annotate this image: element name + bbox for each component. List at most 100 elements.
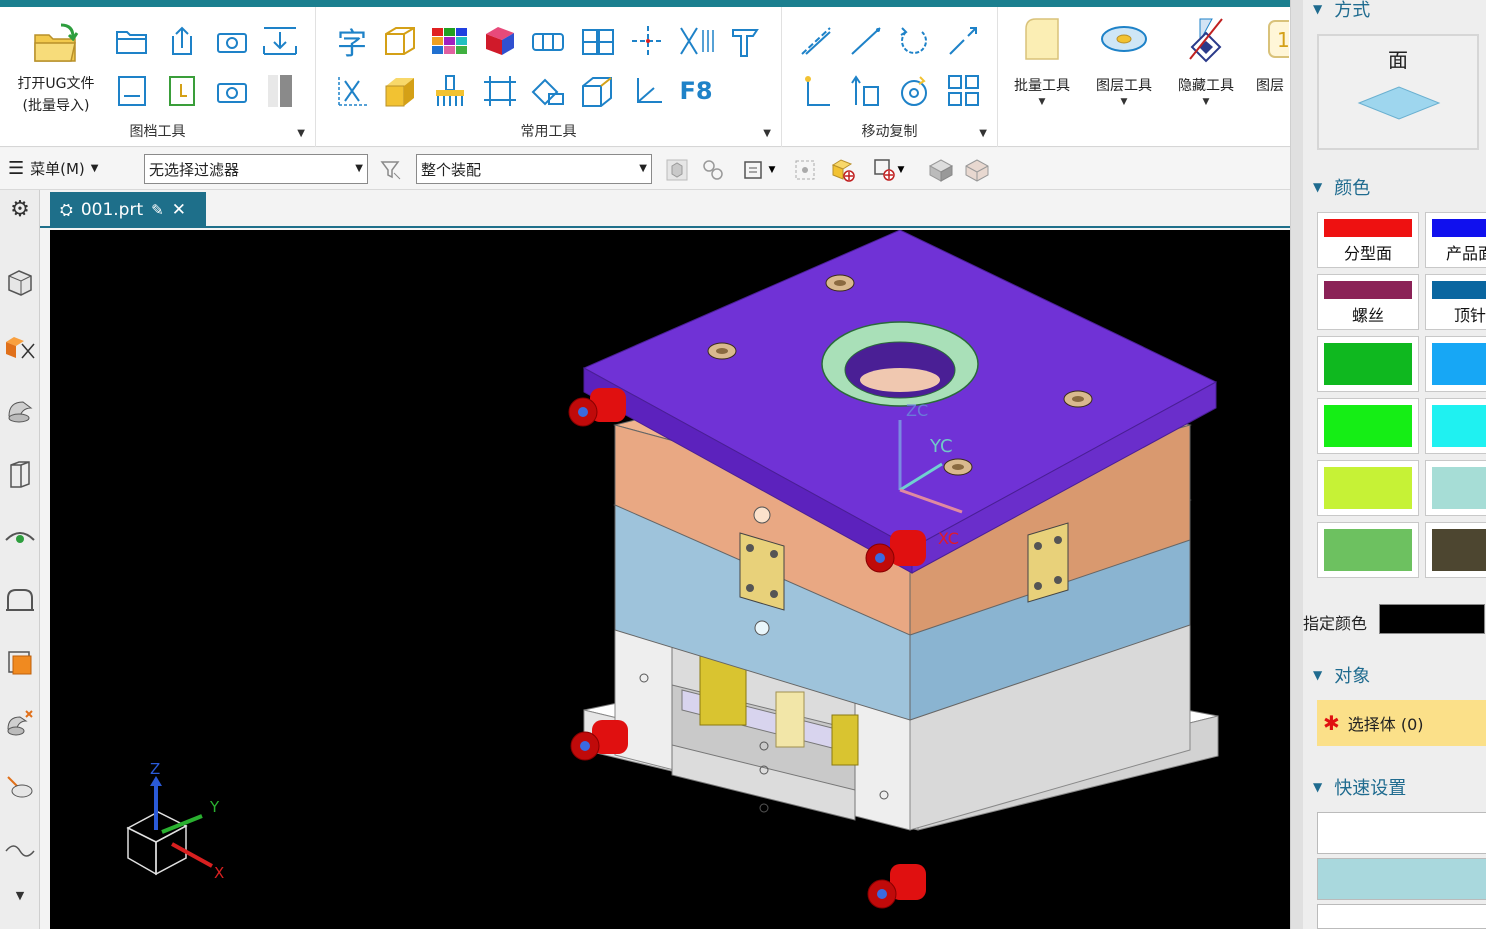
quick-setting-1[interactable]	[1317, 812, 1486, 854]
curve-button[interactable]	[3, 830, 37, 864]
selection-mode-button[interactable]: ▼	[738, 158, 780, 182]
import-button[interactable]	[258, 21, 302, 61]
array-copy-button[interactable]	[942, 71, 986, 111]
quick-setting-3[interactable]	[1317, 904, 1486, 929]
section-body-button[interactable]	[576, 71, 620, 111]
shape-tool-button[interactable]	[526, 71, 570, 111]
roles-button[interactable]	[3, 582, 37, 616]
screenshot-button[interactable]	[210, 71, 254, 111]
open-ug-file-button[interactable]: 打开UG文件 (批量导入)	[10, 15, 102, 115]
history-button[interactable]	[3, 646, 37, 680]
swatch-ejector-pin[interactable]: 顶针	[1425, 274, 1486, 330]
swatch-pale-teal[interactable]	[1425, 460, 1486, 516]
move-line-button[interactable]	[794, 21, 838, 61]
trim-tool-button[interactable]	[330, 71, 374, 111]
view-shaded-button[interactable]	[928, 158, 954, 182]
assembly-navigator-button[interactable]	[3, 266, 37, 300]
move-up-button[interactable]	[844, 71, 888, 111]
rotate-copy-button[interactable]	[892, 71, 936, 111]
swatch-sky-blue[interactable]	[1425, 336, 1486, 392]
common-tools-more-icon[interactable]: ▼	[763, 128, 771, 139]
move-copy-more-icon[interactable]: ▼	[979, 128, 987, 139]
extrude-face-button[interactable]	[724, 21, 768, 61]
swatch-bright-green[interactable]	[1317, 398, 1419, 454]
box-tool-button[interactable]	[378, 21, 422, 61]
f8-view-button[interactable]: F8	[674, 71, 718, 111]
swatch-olive-brown[interactable]	[1425, 522, 1486, 578]
hide-tools-label: 隐藏工具	[1178, 78, 1234, 94]
swatch-cyan[interactable]	[1425, 398, 1486, 454]
swatch-lime[interactable]	[1317, 460, 1419, 516]
menu-button[interactable]: ☰ 菜单(M) ▼	[8, 158, 99, 179]
add-body-icon	[831, 159, 855, 182]
reuse-library-button[interactable]	[3, 458, 37, 492]
snap-point-button[interactable]	[792, 158, 818, 182]
tab-001-prt[interactable]: ⛭ 001.prt ✎ ✕	[50, 192, 206, 228]
graphics-window[interactable]: ZC YC XC Z Y X	[50, 230, 1290, 929]
mode-section-header[interactable]: ▼ 方式	[1313, 0, 1370, 22]
view-wire-button[interactable]	[964, 158, 990, 182]
swatch-screw[interactable]: 螺丝	[1317, 274, 1419, 330]
rotate-icon	[900, 27, 927, 54]
close-icon[interactable]: ✕	[172, 200, 186, 220]
mold-assembly-model[interactable]: ZC YC XC Z Y X	[50, 230, 1290, 929]
point-to-point-button[interactable]	[942, 21, 986, 61]
panel-splitter[interactable]	[1291, 0, 1303, 929]
wcs-zc-label: ZC	[906, 401, 928, 420]
mode-face-button[interactable]: 面	[1317, 34, 1479, 150]
csys-tool-button[interactable]	[626, 71, 670, 111]
color-cube-button[interactable]	[478, 21, 522, 61]
cylinder-tool-button[interactable]	[526, 21, 570, 61]
point-move-icon	[949, 27, 977, 55]
text-tool-button[interactable]: 字	[330, 21, 374, 62]
swatch-parting-face[interactable]: 分型面	[1317, 212, 1419, 268]
process-button[interactable]	[3, 770, 37, 804]
hide-tools-button[interactable]: 隐藏工具 ▼	[1166, 15, 1246, 115]
select-body-label: 选择体 (0)	[1347, 715, 1424, 734]
save-button[interactable]	[110, 71, 154, 111]
rotate-button[interactable]	[892, 21, 936, 61]
object-section-header[interactable]: ▼ 对象	[1313, 662, 1370, 688]
copy-line-button[interactable]	[844, 21, 888, 61]
add-body-button[interactable]	[830, 158, 856, 182]
assign-color-picker[interactable]	[1379, 604, 1485, 634]
select-features-button[interactable]	[700, 158, 726, 182]
constraint-navigator-button[interactable]	[3, 330, 37, 364]
move-axis-button[interactable]	[794, 71, 838, 111]
point-tool-button[interactable]	[626, 21, 670, 61]
gray-block-button[interactable]	[258, 71, 302, 111]
batch-tools-button[interactable]: 批量工具 ▼	[1002, 15, 1082, 115]
export-button[interactable]	[160, 21, 204, 61]
solid-block-button[interactable]	[378, 71, 422, 111]
scope-select[interactable]: 整个装配 ▼	[416, 154, 652, 184]
swatch-soft-green[interactable]	[1317, 522, 1419, 578]
part-navigator-button[interactable]	[3, 394, 37, 428]
bounding-box-button[interactable]	[478, 71, 522, 111]
open-file-button[interactable]	[110, 21, 154, 61]
resource-bar-scroll-button[interactable]: ▼	[3, 880, 37, 910]
select-all-button[interactable]	[664, 158, 690, 182]
quick-settings-header[interactable]: ▼ 快速设置	[1313, 774, 1406, 800]
layer-more-button[interactable]: 1 图层	[1248, 15, 1290, 115]
swatch-green[interactable]	[1317, 336, 1419, 392]
type-filter-select[interactable]: 无选择过滤器 ▼	[144, 154, 368, 184]
swatch-product-face[interactable]: 产品面	[1425, 212, 1486, 268]
split-body-button[interactable]	[576, 21, 620, 61]
settings-button[interactable]: ⚙	[3, 192, 37, 226]
history-icon	[8, 651, 32, 675]
add-face-button[interactable]: ▼	[866, 158, 910, 182]
color-section-header[interactable]: ▼ 颜色	[1313, 174, 1370, 200]
visibility-button[interactable]	[3, 520, 37, 554]
new-file-button[interactable]	[160, 71, 204, 111]
snapshot-button[interactable]	[210, 21, 254, 61]
select-body-field[interactable]: ✱ 选择体 (0)	[1317, 700, 1486, 746]
layer-tools-button[interactable]: 图层工具 ▼	[1084, 15, 1164, 115]
mold-wizard-button[interactable]	[3, 706, 37, 740]
file-tools-more-icon[interactable]: ▼	[297, 128, 305, 139]
delete-feature-button[interactable]	[674, 21, 718, 61]
layer-tools-label: 图层工具	[1096, 78, 1152, 94]
cleanup-button[interactable]	[428, 71, 472, 111]
color-palette-button[interactable]	[428, 21, 472, 61]
filter-reset-button[interactable]	[378, 158, 404, 182]
quick-setting-2[interactable]	[1317, 858, 1486, 900]
